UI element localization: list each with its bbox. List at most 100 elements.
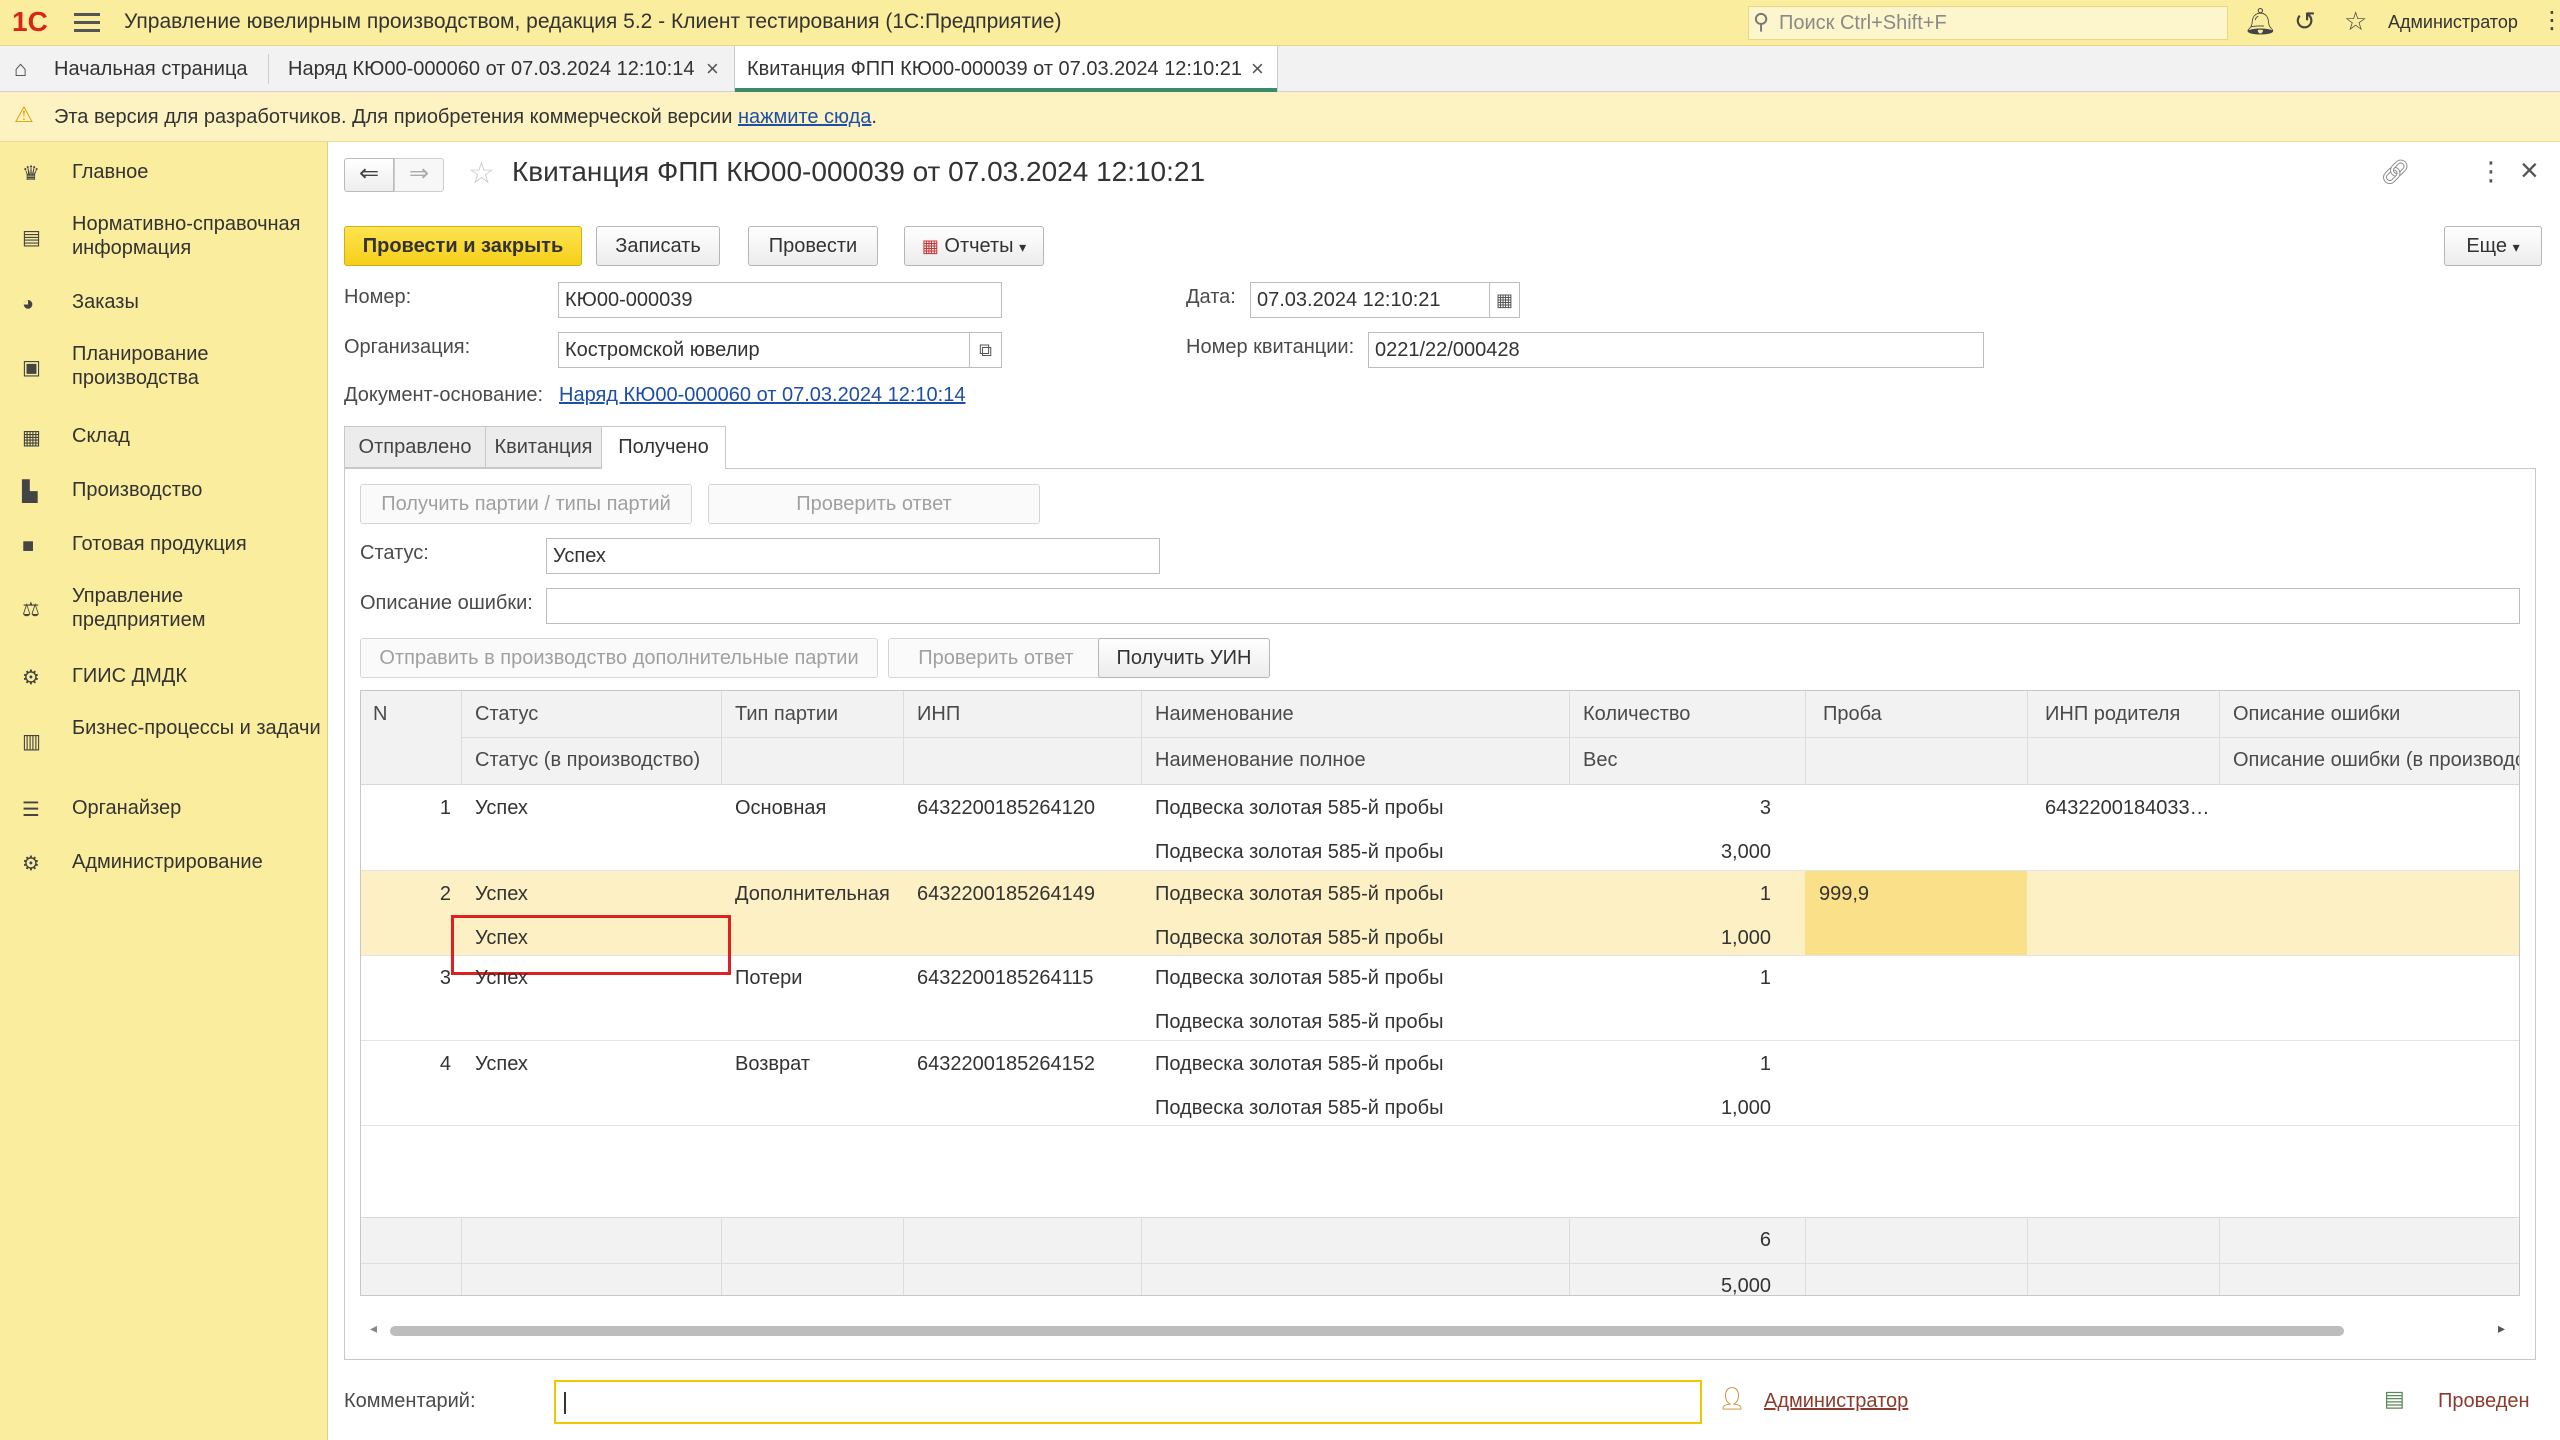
tab-receipt-active[interactable]: Квитанция ФПП КЮ00-000039 от 07.03.2024 … — [734, 46, 1278, 92]
cell-n[interactable]: 4 — [371, 1053, 451, 1076]
batches-table[interactable]: N Статус Тип партии ИНП Наименование Кол… — [360, 690, 2520, 1296]
cell-weight[interactable]: 1,000 — [1661, 1097, 1771, 1120]
cell-type[interactable]: Возврат — [735, 1053, 810, 1076]
date-field[interactable]: 07.03.2024 12:10:21 — [1250, 282, 1490, 318]
menu-icon[interactable] — [74, 10, 100, 34]
tab-order[interactable]: Наряд КЮ00-000060 от 07.03.2024 12:10:14… — [270, 46, 732, 92]
header-error-production[interactable]: Описание ошибки (в производство) — [2233, 749, 2519, 772]
status-field[interactable]: Успех — [546, 538, 1160, 574]
cell-status[interactable]: Успех — [475, 883, 528, 906]
cell-weight[interactable]: 3,000 — [1661, 841, 1771, 864]
cell-n[interactable]: 1 — [371, 797, 451, 820]
favorite-star-icon[interactable]: ☆ — [468, 156, 495, 191]
cell-inp[interactable]: 6432200185264149 — [917, 883, 1095, 906]
cell-n[interactable]: 3 — [371, 967, 451, 990]
header-weight[interactable]: Вес — [1583, 749, 1617, 772]
horizontal-scrollbar[interactable]: ◂ ▸ — [360, 1320, 2520, 1342]
cell-qty[interactable]: 1 — [1691, 967, 1771, 990]
cell-inp[interactable]: 6432200185264152 — [917, 1053, 1095, 1076]
header-parent-inp[interactable]: ИНП родителя — [2045, 703, 2180, 726]
post-and-close-button[interactable]: Провести и закрыть — [344, 226, 582, 266]
cell-status[interactable]: Успех — [475, 1053, 528, 1076]
cell-qty[interactable]: 1 — [1691, 883, 1771, 906]
header-name[interactable]: Наименование — [1155, 703, 1294, 726]
more-vertical-icon[interactable]: ⋮ — [2478, 156, 2504, 187]
cell-n[interactable]: 2 — [371, 883, 451, 906]
save-button[interactable]: Записать — [596, 226, 720, 266]
total-weight: 5,000 — [1720, 1275, 1771, 1296]
link-icon[interactable]: 🔗︎ — [2380, 158, 2410, 187]
close-icon[interactable]: × — [1251, 56, 1264, 82]
org-field[interactable]: Костромской ювелир — [558, 332, 970, 368]
header-probe[interactable]: Проба — [1823, 703, 1882, 726]
cell-name[interactable]: Подвеска золотая 585-й пробы — [1155, 967, 1443, 990]
cell-qty[interactable]: 1 — [1691, 1053, 1771, 1076]
cell-name-full[interactable]: Подвеска золотая 585-й пробы — [1155, 841, 1443, 864]
calendar-icon[interactable]: ▦ — [1490, 282, 1520, 318]
check-answer-2-button[interactable]: Проверить ответ — [888, 638, 1104, 678]
cell-status[interactable]: Успех — [475, 797, 528, 820]
close-icon[interactable]: × — [2520, 152, 2539, 189]
header-inp[interactable]: ИНП — [917, 703, 960, 726]
cell-name[interactable]: Подвеска золотая 585-й пробы — [1155, 1053, 1443, 1076]
error-description-field[interactable] — [546, 588, 2520, 624]
header-full-name[interactable]: Наименование полное — [1155, 749, 1366, 772]
cell-qty[interactable]: 3 — [1691, 797, 1771, 820]
tab-home[interactable]: ⌂ Начальная страница — [0, 46, 268, 92]
scroll-left-icon[interactable]: ◂ — [370, 1320, 377, 1337]
forward-button[interactable]: ⇒ — [394, 158, 444, 192]
reports-button[interactable]: ▦ Отчеты ▾ — [904, 226, 1044, 266]
cell-name-full[interactable]: Подвеска золотая 585-й пробы — [1155, 1011, 1443, 1034]
bell-icon[interactable]: 🔔︎ — [2244, 6, 2277, 37]
more-vertical-icon[interactable]: ⋮ — [2540, 6, 2560, 35]
number-field[interactable]: КЮ00-000039 — [558, 282, 1002, 318]
get-uin-button[interactable]: Получить УИН — [1098, 638, 1270, 678]
comment-field[interactable] — [554, 1380, 1702, 1424]
open-icon[interactable]: ⧉ — [970, 332, 1002, 368]
star-icon[interactable]: ☆ — [2344, 6, 2367, 37]
logo-1c-icon[interactable]: 1С — [12, 6, 48, 38]
global-search[interactable]: ⚲ Поиск Ctrl+Shift+F — [1748, 6, 2228, 40]
header-quantity[interactable]: Количество — [1583, 703, 1690, 726]
tab-sent[interactable]: Отправлено — [344, 426, 486, 468]
scrollbar-thumb[interactable] — [390, 1326, 2344, 1336]
user-icon: 👤︎ — [1718, 1386, 1746, 1411]
warning-link[interactable]: нажмите сюда — [738, 106, 871, 128]
cell-probe[interactable]: 999,9 — [1819, 883, 1869, 906]
header-n[interactable]: N — [373, 703, 387, 726]
cell-type[interactable]: Дополнительная — [735, 883, 890, 906]
receipt-number-field[interactable]: 0221/22/000428 — [1368, 332, 1984, 368]
number-label: Номер: — [344, 286, 412, 308]
cell-name[interactable]: Подвеска золотая 585-й пробы — [1155, 883, 1443, 906]
header-status-production[interactable]: Статус (в производство) — [475, 749, 700, 772]
scroll-right-icon[interactable]: ▸ — [2498, 1320, 2505, 1337]
document-state: Проведен — [2438, 1390, 2530, 1412]
history-icon[interactable]: ↺ — [2294, 6, 2316, 37]
close-icon[interactable]: × — [706, 56, 719, 82]
get-batches-button[interactable]: Получить партии / типы партий — [360, 484, 692, 524]
cell-parent-inp[interactable]: 6432200184033… — [2045, 797, 2215, 820]
send-extra-batches-button[interactable]: Отправить в производство дополнительные … — [360, 638, 878, 678]
post-button[interactable]: Провести — [748, 226, 878, 266]
org-label: Организация: — [344, 336, 471, 358]
header-error[interactable]: Описание ошибки — [2233, 703, 2519, 726]
header-batch-type[interactable]: Тип партии — [735, 703, 838, 726]
cell-weight[interactable]: 1,000 — [1661, 927, 1771, 950]
cell-name[interactable]: Подвеска золотая 585-й пробы — [1155, 797, 1443, 820]
cell-name-full[interactable]: Подвеска золотая 585-й пробы — [1155, 1097, 1443, 1120]
header-status[interactable]: Статус — [475, 703, 538, 726]
cell-status[interactable]: Успех — [475, 967, 528, 990]
back-button[interactable]: ⇐ — [344, 158, 394, 192]
cell-inp[interactable]: 6432200185264120 — [917, 797, 1095, 820]
more-button[interactable]: Еще ▾ — [2444, 226, 2542, 266]
tab-received[interactable]: Получено — [602, 426, 726, 469]
basis-link[interactable]: Наряд КЮ00-000060 от 07.03.2024 12:10:14 — [559, 384, 965, 407]
author-link[interactable]: Администратор — [1764, 1390, 1908, 1413]
cell-name-full[interactable]: Подвеска золотая 585-й пробы — [1155, 927, 1443, 950]
cell-type[interactable]: Потери — [735, 967, 802, 990]
check-answer-button[interactable]: Проверить ответ — [708, 484, 1040, 524]
user-name[interactable]: Администратор — [2388, 12, 2518, 33]
cell-inp[interactable]: 6432200185264115 — [917, 967, 1093, 990]
tab-receipt[interactable]: Квитанция — [486, 426, 602, 468]
cell-type[interactable]: Основная — [735, 797, 826, 820]
